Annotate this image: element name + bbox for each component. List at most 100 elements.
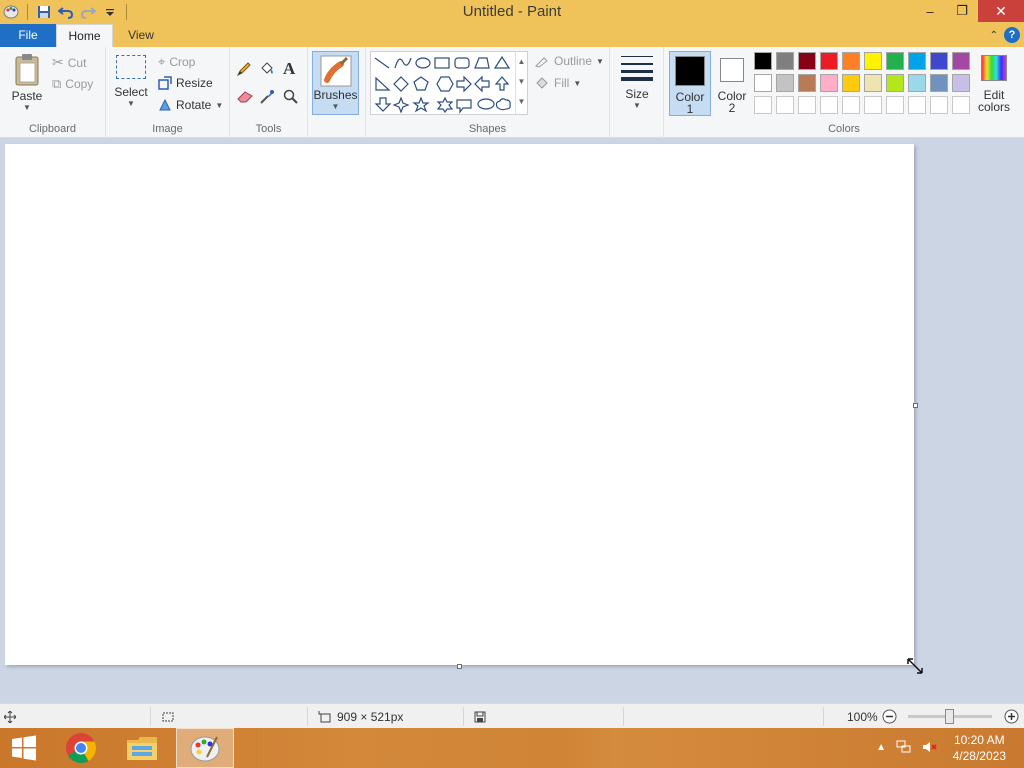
palette-swatch-3-8[interactable] bbox=[908, 96, 926, 114]
color-palette bbox=[754, 52, 974, 118]
palette-swatch-3-9[interactable] bbox=[930, 96, 948, 114]
palette-swatch-2-3[interactable] bbox=[798, 74, 816, 92]
palette-swatch-3-1[interactable] bbox=[754, 96, 772, 114]
shapes-more-icon[interactable]: ▼ bbox=[516, 92, 527, 112]
palette-swatch-1-3[interactable] bbox=[798, 52, 816, 70]
clock-date: 4/28/2023 bbox=[952, 749, 1006, 763]
start-button[interactable] bbox=[0, 728, 48, 768]
palette-swatch-1-8[interactable] bbox=[908, 52, 926, 70]
palette-swatch-1-2[interactable] bbox=[776, 52, 794, 70]
network-icon[interactable] bbox=[896, 740, 912, 754]
palette-swatch-2-9[interactable] bbox=[930, 74, 948, 92]
palette-swatch-1-4[interactable] bbox=[820, 52, 838, 70]
cut-button[interactable]: ✂ Cut bbox=[52, 54, 86, 71]
taskbar-clock[interactable]: 10:20 AM 4/28/2023 bbox=[953, 732, 1006, 764]
canvas-bottom-resize-handle[interactable] bbox=[457, 664, 462, 669]
palette-swatch-2-8[interactable] bbox=[908, 74, 926, 92]
palette-swatch-1-5[interactable] bbox=[842, 52, 860, 70]
chrome-taskbar-button[interactable] bbox=[57, 728, 105, 768]
text-tool[interactable]: A bbox=[283, 59, 295, 79]
shapes-scroll-down-icon[interactable]: ▼ bbox=[516, 72, 527, 92]
minimize-button[interactable]: – bbox=[914, 0, 946, 22]
size-button[interactable]: Size ▼ bbox=[618, 53, 656, 110]
crop-button[interactable]: ⌖ Crop bbox=[158, 54, 195, 70]
palette-swatch-3-5[interactable] bbox=[842, 96, 860, 114]
palette-swatch-2-2[interactable] bbox=[776, 74, 794, 92]
polygon-shape-icon bbox=[474, 57, 490, 69]
eraser-tool[interactable] bbox=[236, 89, 254, 103]
group-brushes: Brushes ▼ bbox=[308, 47, 366, 138]
palette-swatch-2-1[interactable] bbox=[754, 74, 772, 92]
close-button[interactable]: ✕ bbox=[978, 0, 1024, 22]
volume-muted-icon[interactable] bbox=[922, 740, 938, 754]
paint-bucket-icon bbox=[261, 62, 273, 74]
paint-taskbar-button[interactable] bbox=[176, 728, 234, 768]
color1-button[interactable]: Color 1 bbox=[669, 51, 711, 116]
rotate-button[interactable]: Rotate ▼ bbox=[158, 98, 223, 112]
magnifier-tool[interactable] bbox=[283, 89, 299, 105]
help-icon[interactable]: ? bbox=[1004, 27, 1020, 43]
pencil-tool[interactable] bbox=[236, 61, 252, 77]
save-icon[interactable] bbox=[35, 3, 53, 21]
show-hidden-icons-icon[interactable]: ▲ bbox=[876, 742, 886, 753]
palette-swatch-1-9[interactable] bbox=[930, 52, 948, 70]
copy-button[interactable]: ⧉ Copy bbox=[52, 76, 93, 92]
palette-swatch-2-5[interactable] bbox=[842, 74, 860, 92]
close-icon: ✕ bbox=[995, 2, 1007, 19]
shapes-grid bbox=[374, 55, 511, 114]
fill-button[interactable]: Fill ▼ bbox=[534, 76, 581, 90]
brushes-button[interactable]: Brushes ▼ bbox=[312, 51, 359, 115]
palette-swatch-1-1[interactable] bbox=[754, 52, 772, 70]
palette-swatch-2-7[interactable] bbox=[886, 74, 904, 92]
restore-button[interactable]: ❐ bbox=[946, 0, 978, 22]
palette-swatch-2-6[interactable] bbox=[864, 74, 882, 92]
color2-button[interactable]: Color 2 bbox=[714, 51, 750, 116]
palette-swatch-2-10[interactable] bbox=[952, 74, 970, 92]
undo-icon[interactable] bbox=[57, 3, 75, 21]
outline-button[interactable]: Outline ▼ bbox=[534, 54, 604, 68]
zoom-out-button[interactable] bbox=[882, 704, 897, 729]
collapse-ribbon-icon[interactable]: ⌃ bbox=[990, 30, 998, 41]
file-explorer-taskbar-button[interactable] bbox=[118, 728, 166, 768]
status-separator bbox=[307, 707, 308, 726]
edit-colors-button[interactable]: Edit colors bbox=[974, 51, 1014, 113]
paste-button[interactable]: Paste ▼ bbox=[8, 53, 46, 112]
palette-swatch-3-10[interactable] bbox=[952, 96, 970, 114]
select-button[interactable]: Select ▼ bbox=[114, 55, 148, 108]
color-picker-tool[interactable] bbox=[259, 89, 275, 105]
tab-home[interactable]: Home bbox=[56, 24, 113, 47]
palette-swatch-3-7[interactable] bbox=[886, 96, 904, 114]
palette-swatch-1-10[interactable] bbox=[952, 52, 970, 70]
five-point-star-shape-icon bbox=[412, 96, 430, 113]
palette-swatch-3-3[interactable] bbox=[798, 96, 816, 114]
paint-app-icon[interactable] bbox=[2, 3, 20, 21]
customize-qat-icon[interactable] bbox=[101, 3, 119, 21]
triangle-shape-icon bbox=[493, 55, 511, 69]
tab-view[interactable]: View bbox=[116, 24, 166, 47]
paste-dropdown-icon: ▼ bbox=[23, 103, 31, 112]
shapes-scroll-up-icon[interactable]: ▲ bbox=[516, 52, 527, 72]
palette-swatch-2-4[interactable] bbox=[820, 74, 838, 92]
palette-swatch-1-6[interactable] bbox=[864, 52, 882, 70]
drawing-canvas[interactable] bbox=[5, 144, 914, 665]
zoom-in-icon bbox=[1004, 709, 1019, 724]
canvas-workspace[interactable] bbox=[0, 138, 1024, 703]
rounded-rectangle-shape-icon bbox=[454, 57, 470, 69]
select-dropdown-icon: ▼ bbox=[127, 99, 135, 108]
fill-tool[interactable] bbox=[259, 61, 275, 77]
zoom-in-button[interactable] bbox=[1004, 704, 1019, 729]
rotate-icon bbox=[159, 98, 171, 111]
zoom-slider-thumb[interactable] bbox=[945, 709, 954, 724]
palette-swatch-3-6[interactable] bbox=[864, 96, 882, 114]
palette-swatch-3-2[interactable] bbox=[776, 96, 794, 114]
redo-icon[interactable] bbox=[79, 3, 97, 21]
tab-file[interactable]: File bbox=[0, 24, 56, 47]
palette-swatch-1-7[interactable] bbox=[886, 52, 904, 70]
canvas-right-resize-handle[interactable] bbox=[913, 403, 918, 408]
hexagon-shape-icon bbox=[436, 76, 454, 92]
ribbon-tabs: File Home View ⌃ ? bbox=[0, 24, 1024, 47]
resize-button[interactable]: Resize bbox=[158, 76, 213, 90]
paste-icon bbox=[15, 54, 39, 86]
palette-swatch-3-4[interactable] bbox=[820, 96, 838, 114]
status-separator bbox=[150, 707, 151, 726]
